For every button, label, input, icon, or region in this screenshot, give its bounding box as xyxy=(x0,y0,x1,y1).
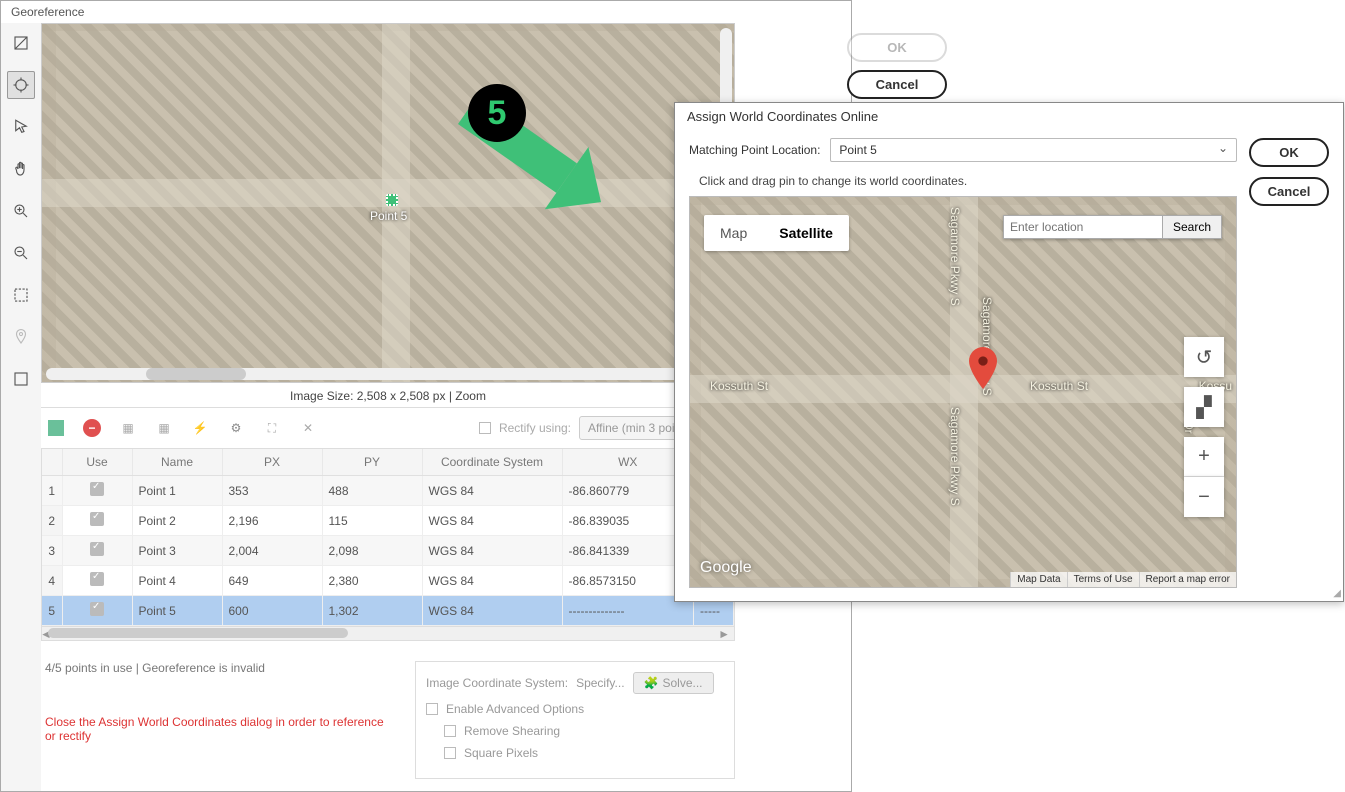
marker-icon[interactable] xyxy=(7,323,35,351)
image-info: Image Size: 2,508 x 2,508 px | Zoom xyxy=(41,383,735,408)
gear-icon[interactable]: ⚙ xyxy=(227,419,245,437)
report-link[interactable]: Report a map error xyxy=(1139,572,1236,587)
map-zoom-out-icon[interactable]: − xyxy=(1184,477,1224,517)
grid1-icon[interactable]: ▦ xyxy=(119,419,137,437)
use-checkbox[interactable] xyxy=(90,482,104,496)
map-credits: Map Data Terms of Use Report a map error xyxy=(1010,572,1236,587)
world-dialog-title: Assign World Coordinates Online xyxy=(675,103,1343,130)
zoom-out-icon[interactable] xyxy=(7,239,35,267)
image-viewer[interactable]: 5 Point 5 xyxy=(41,23,735,383)
expand-icon[interactable]: ⛶ xyxy=(263,419,281,437)
map-type-tabs: Map Satellite xyxy=(704,215,849,251)
zoom-in-icon[interactable] xyxy=(7,197,35,225)
marker-number: 5 xyxy=(468,84,526,142)
use-checkbox[interactable] xyxy=(90,602,104,616)
col-use[interactable]: Use xyxy=(62,449,132,476)
coord-label: Image Coordinate System: xyxy=(426,676,568,690)
points-table: Use Name PX PY Coordinate System WX 1 Po… xyxy=(41,448,735,627)
col-cs[interactable]: Coordinate System xyxy=(422,449,562,476)
use-checkbox[interactable] xyxy=(90,572,104,586)
specify-link[interactable]: Specify... xyxy=(576,676,624,690)
road-label: Kossuth St xyxy=(1030,379,1088,393)
map-data-link[interactable]: Map Data xyxy=(1010,572,1066,587)
shearing-checkbox[interactable] xyxy=(444,725,456,737)
pointer-icon[interactable] xyxy=(7,113,35,141)
google-logo: Google xyxy=(700,559,752,577)
warning-text: Close the Assign World Coordinates dialo… xyxy=(45,715,395,743)
table-row[interactable]: 4 Point 4 649 2,380 WGS 84 -86.8573150 4… xyxy=(42,566,734,596)
status-text: 4/5 points in use | Georeference is inva… xyxy=(45,661,265,675)
road-label: Kossuth St xyxy=(710,379,768,393)
road-label: Sagamore Pkwy S xyxy=(948,407,962,506)
coord-system-panel: Image Coordinate System: Specify... 🧩 So… xyxy=(415,661,735,779)
use-checkbox[interactable] xyxy=(90,512,104,526)
thumbnail-icon[interactable] xyxy=(47,419,65,437)
fit-icon[interactable] xyxy=(7,281,35,309)
world-ok-button[interactable]: OK xyxy=(1249,138,1329,167)
grid2-icon[interactable]: ▦ xyxy=(155,419,173,437)
road-label: Sagamore Pkwy S xyxy=(948,207,962,306)
table-hscrollbar[interactable]: ◄► xyxy=(41,627,735,641)
rectify-checkbox[interactable] xyxy=(479,422,491,434)
hint-text: Click and drag pin to change its world c… xyxy=(699,174,1237,188)
solve-button[interactable]: 🧩 Solve... xyxy=(633,672,714,694)
tab-satellite[interactable]: Satellite xyxy=(763,215,849,251)
location-search-input[interactable] xyxy=(1003,215,1163,239)
tool-sidebar xyxy=(1,23,41,791)
col-px[interactable]: PX xyxy=(222,449,322,476)
crosshair-icon[interactable] xyxy=(7,71,35,99)
online-map[interactable]: Map Satellite Search Kossuth St Kossuth … xyxy=(689,196,1237,588)
ok-button[interactable]: OK xyxy=(847,33,947,62)
rectify-label: Rectify using: xyxy=(499,421,571,435)
resize-grip-icon[interactable]: ◢ xyxy=(1333,588,1341,599)
table-row[interactable]: 3 Point 3 2,004 2,098 WGS 84 -86.841339 xyxy=(42,536,734,566)
streetview-icon[interactable]: ▞ xyxy=(1184,387,1224,427)
matching-point-label: Matching Point Location: xyxy=(689,143,820,157)
collapse-icon[interactable]: ✕ xyxy=(299,419,317,437)
col-py[interactable]: PY xyxy=(322,449,422,476)
advanced-checkbox[interactable] xyxy=(426,703,438,715)
world-coordinates-dialog: Assign World Coordinates Online Matching… xyxy=(674,102,1344,602)
pan-icon[interactable] xyxy=(7,155,35,183)
tab-map[interactable]: Map xyxy=(704,215,763,251)
adjust-icon[interactable] xyxy=(7,29,35,57)
use-checkbox[interactable] xyxy=(90,542,104,556)
layers-icon[interactable] xyxy=(7,365,35,393)
col-name[interactable]: Name xyxy=(132,449,222,476)
cancel-button[interactable]: Cancel xyxy=(847,70,947,99)
terms-link[interactable]: Terms of Use xyxy=(1067,572,1139,587)
map-pin-icon[interactable] xyxy=(968,347,998,392)
marker-label: Point 5 xyxy=(370,209,407,223)
square-checkbox[interactable] xyxy=(444,747,456,759)
delete-icon[interactable]: − xyxy=(83,419,101,437)
table-row[interactable]: 2 Point 2 2,196 115 WGS 84 -86.839035 xyxy=(42,506,734,536)
rotate-icon[interactable]: ↺ xyxy=(1184,337,1224,377)
source-marker: 5 xyxy=(468,84,526,142)
marker-point-icon[interactable] xyxy=(386,194,398,206)
table-row[interactable]: 5 Point 5 600 1,302 WGS 84 -------------… xyxy=(42,596,734,626)
search-button[interactable]: Search xyxy=(1163,215,1222,239)
table-row[interactable]: 1 Point 1 353 488 WGS 84 -86.860779 xyxy=(42,476,734,506)
matching-point-select[interactable]: Point 5 xyxy=(830,138,1237,162)
image-hscrollbar[interactable] xyxy=(46,368,714,380)
bolt-icon[interactable]: ⚡ xyxy=(191,419,209,437)
map-zoom-in-icon[interactable]: + xyxy=(1184,437,1224,477)
georeference-title: Georeference xyxy=(1,1,851,23)
world-cancel-button[interactable]: Cancel xyxy=(1249,177,1329,206)
points-toolbar: − ▦ ▦ ⚡ ⚙ ⛶ ✕ Rectify using: Affine (min… xyxy=(41,408,735,448)
